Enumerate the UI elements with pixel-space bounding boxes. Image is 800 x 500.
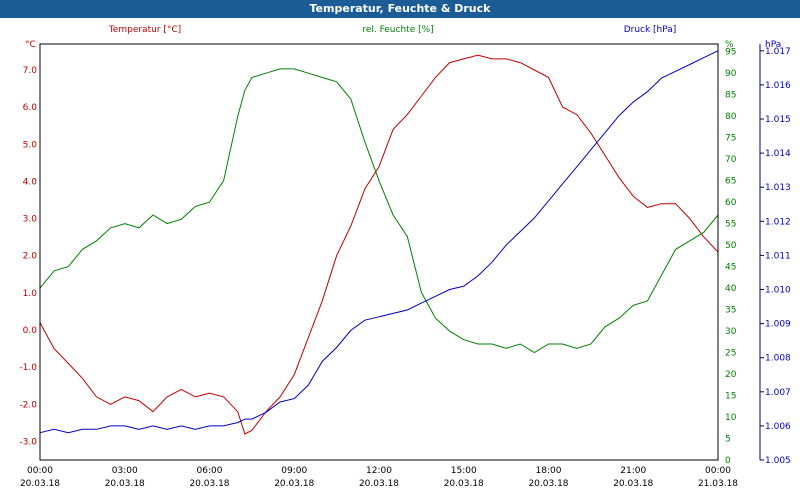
temperature-tick-label: 0.0: [23, 326, 38, 336]
humidity-tick-label: 80: [725, 112, 737, 122]
humidity-tick-label: 10: [725, 413, 737, 423]
temperature-tick-label: 5.0: [23, 140, 38, 150]
humidity-tick-label: 90: [725, 69, 737, 79]
pressure-tick-label: 1.012: [765, 217, 791, 227]
x-tick-time: 18:00: [536, 466, 562, 476]
temperature-tick-label: 1.0: [23, 289, 38, 299]
humidity-tick-label: 25: [725, 349, 736, 359]
x-tick-date: 20.03.18: [444, 479, 484, 489]
pressure-tick-label: 1.014: [765, 149, 791, 159]
weather-chart: 00:00 20.03.18 03:00 20.03.18 06:00 20.03.18 0…: [19, 25, 791, 489]
pressure-tick-label: 1.007: [765, 388, 791, 398]
x-tick-time: 03:00: [112, 466, 138, 476]
pressure-tick-label: 1.008: [765, 354, 791, 364]
x-tick-date: 20.03.18: [105, 479, 145, 489]
x-tick-time: 06:00: [197, 466, 223, 476]
humidity-tick-label: 30: [725, 327, 737, 337]
x-tick-time: 09:00: [281, 466, 307, 476]
humidity-tick-label: 85: [725, 91, 736, 101]
pressure-axis-title: Druck [hPa]: [624, 25, 677, 35]
humidity-tick-label: 45: [725, 263, 736, 273]
temperature-tick-label: -3.0: [19, 437, 37, 447]
humidity-tick-label: 15: [725, 392, 736, 402]
temperature-tick-label: 2.0: [23, 252, 38, 262]
pressure-tick-label: 1.006: [765, 422, 791, 432]
x-tick-date: 20.03.18: [189, 479, 229, 489]
pressure-tick-label: 1.016: [765, 81, 791, 91]
humidity-tick-label: 20: [725, 370, 737, 380]
x-tick-time: 12:00: [366, 466, 392, 476]
pressure-tick-label: 1.005: [765, 456, 791, 466]
humidity-tick-label: 70: [725, 155, 737, 165]
pressure-tick-label: 1.015: [765, 115, 791, 125]
x-tick-date: 20.03.18: [20, 479, 60, 489]
temperature-tick-label: 6.0: [23, 103, 38, 113]
x-tick-time: 21:00: [620, 466, 646, 476]
pressure-tick-label: 1.013: [765, 183, 791, 193]
humidity-tick-label: 40: [725, 284, 737, 294]
pressure-tick-label: 1.011: [765, 251, 791, 261]
temperature-unit-label: °C: [25, 40, 36, 50]
temperature-axis-title: Temperatur [°C]: [108, 25, 181, 35]
humidity-tick-label: 55: [725, 220, 736, 230]
humidity-unit-label: %: [725, 40, 734, 50]
pressure-unit-label: hPa: [765, 40, 781, 50]
temperature-tick-label: 7.0: [23, 66, 38, 76]
x-tick-date: 21.03.18: [698, 479, 738, 489]
humidity-axis-title: rel. Feuchte [%]: [362, 25, 433, 35]
x-tick-date: 20.03.18: [528, 479, 568, 489]
x-tick-time: 15:00: [451, 466, 477, 476]
chart-title: Temperatur, Feuchte & Druck: [0, 0, 800, 18]
x-tick-date: 20.03.18: [274, 479, 314, 489]
plot-area: [39, 43, 719, 461]
humidity-tick-label: 5: [725, 435, 731, 445]
humidity-tick-label: 65: [725, 177, 736, 187]
temperature-tick-label: 3.0: [23, 215, 38, 225]
x-tick-time: 00:00: [705, 466, 731, 476]
humidity-tick-label: 35: [725, 306, 736, 316]
humidity-tick-label: 60: [725, 198, 737, 208]
pressure-tick-label: 1.010: [765, 286, 791, 296]
x-tick-time: 00:00: [27, 466, 53, 476]
humidity-tick-label: 50: [725, 241, 737, 251]
humidity-tick-label: 75: [725, 134, 736, 144]
temperature-tick-label: -1.0: [19, 363, 37, 373]
temperature-tick-label: 4.0: [23, 177, 38, 187]
humidity-tick-label: 0: [725, 456, 731, 466]
pressure-tick-label: 1.009: [765, 320, 791, 330]
temperature-tick-label: -2.0: [19, 400, 37, 410]
x-tick-date: 20.03.18: [613, 479, 653, 489]
axes: [39, 43, 764, 461]
x-tick-date: 20.03.18: [359, 479, 399, 489]
